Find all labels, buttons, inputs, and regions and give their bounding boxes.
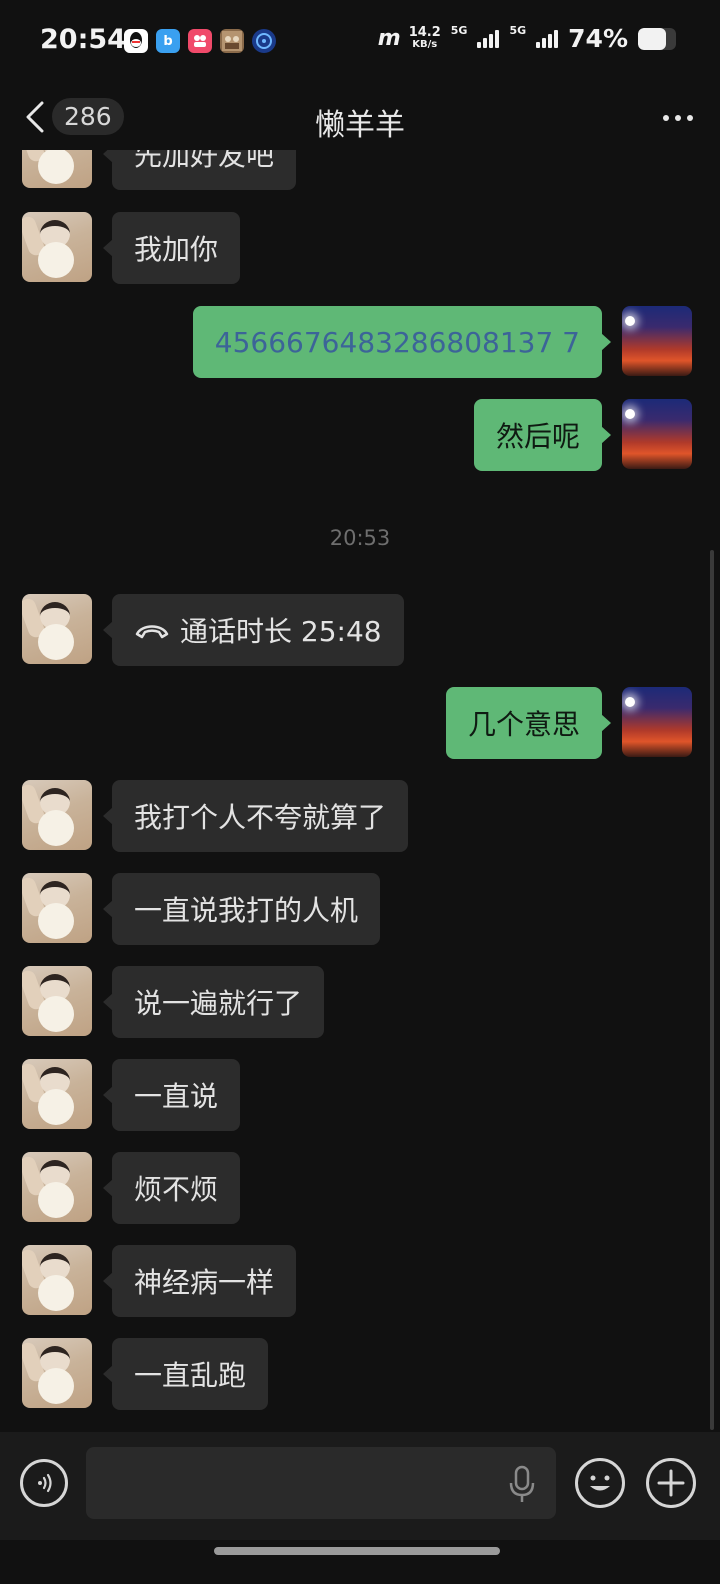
emoji-button[interactable]: [575, 1458, 625, 1508]
input-bar: [0, 1432, 720, 1540]
friend-avatar[interactable]: [22, 1338, 92, 1408]
message-bubble[interactable]: 先加好友吧: [102, 150, 297, 190]
friend-avatar[interactable]: [22, 594, 92, 664]
call-duration-text: 通话时长 25:48: [180, 615, 382, 648]
message-bubble[interactable]: 一直说: [102, 1059, 241, 1131]
message-row: 4566676483286808137 7: [0, 306, 720, 378]
friend-avatar[interactable]: [22, 780, 92, 850]
signal-icon-2: [536, 29, 559, 48]
message-row: 先加好友吧: [0, 150, 720, 190]
status-bar: 20:54 b m 14.2 KB/s 5G 5G 74%: [0, 0, 720, 80]
network-type-1: 5G: [450, 24, 468, 37]
chat-screen: 20:54 b m 14.2 KB/s 5G 5G 74% 286 懒羊羊 先加…: [0, 0, 720, 1584]
message-bubble[interactable]: 4566676483286808137 7: [192, 306, 612, 378]
message-bubble[interactable]: 然后呢: [473, 399, 612, 471]
message-bubble[interactable]: 一直说我打的人机: [102, 873, 381, 945]
voice-wave-icon: [38, 1473, 52, 1493]
signal-icon-1: [477, 29, 500, 48]
battery-fill: [638, 27, 667, 50]
plus-icon: [657, 1469, 685, 1497]
message-row: 一直说我打的人机: [0, 873, 720, 945]
friend-avatar[interactable]: [22, 1059, 92, 1129]
app-photo-icon: [220, 29, 244, 53]
friend-avatar[interactable]: [22, 1152, 92, 1222]
message-bubble[interactable]: 说一遍就行了: [102, 966, 325, 1038]
message-bubble[interactable]: 神经病一样: [102, 1245, 297, 1317]
chat-title: 懒羊羊: [315, 108, 405, 143]
message-bubble[interactable]: 烦不烦: [102, 1152, 241, 1224]
self-avatar[interactable]: [622, 306, 692, 376]
more-actions-button[interactable]: [646, 1458, 696, 1508]
message-row: 几个意思: [0, 687, 720, 759]
phone-hangup-icon: [134, 620, 170, 640]
self-avatar[interactable]: [622, 687, 692, 757]
self-avatar[interactable]: [622, 399, 692, 469]
app-blue-icon: b: [156, 29, 180, 53]
more-dot-icon: [675, 115, 681, 121]
message-row: 神经病一样: [0, 1245, 720, 1317]
network-speed-unit: KB/s: [412, 38, 438, 50]
more-dot-icon: [687, 115, 693, 121]
network-type-2: 5G: [509, 24, 527, 37]
network-speed-value: 14.2: [408, 24, 441, 40]
battery-percent: 74%: [568, 24, 628, 53]
message-row: 一直说: [0, 1059, 720, 1131]
status-time: 20:54: [40, 24, 126, 55]
scrollbar[interactable]: [710, 550, 714, 1430]
microphone-icon[interactable]: [508, 1465, 536, 1509]
message-bubble[interactable]: 我打个人不夸就算了: [102, 780, 409, 852]
message-row: 烦不烦: [0, 1152, 720, 1224]
message-row: 通话时长 25:48: [0, 594, 720, 666]
voice-mode-button[interactable]: [20, 1459, 68, 1507]
friend-avatar[interactable]: [22, 873, 92, 943]
friend-avatar[interactable]: [22, 150, 92, 188]
carrier-logo: m: [377, 26, 401, 51]
friend-avatar[interactable]: [22, 212, 92, 282]
more-dot-icon: [663, 115, 669, 121]
message-row: 我打个人不夸就算了: [0, 780, 720, 852]
smile-icon: [590, 1475, 610, 1491]
more-options-button[interactable]: [658, 100, 698, 136]
call-record-bubble[interactable]: 通话时长 25:48: [103, 594, 404, 666]
notification-icons: b: [124, 29, 276, 53]
message-timestamp: 20:53: [329, 526, 391, 550]
message-row: 说一遍就行了: [0, 966, 720, 1038]
home-indicator[interactable]: [214, 1547, 500, 1555]
message-bubble[interactable]: 几个意思: [445, 687, 612, 759]
message-row: 一直乱跑: [0, 1338, 720, 1410]
message-list[interactable]: 先加好友吧 我加你 4566676483286808137 7 然后呢 20:5…: [0, 150, 720, 1432]
chat-header: 286 懒羊羊: [0, 86, 720, 150]
friend-avatar[interactable]: [22, 1245, 92, 1315]
number-link[interactable]: 4566676483286808137 7: [215, 326, 580, 359]
message-bubble[interactable]: 一直乱跑: [102, 1338, 269, 1410]
friend-avatar[interactable]: [22, 966, 92, 1036]
network-speed: 14.2 KB/s: [408, 24, 441, 51]
message-row: 然后呢: [0, 399, 720, 471]
status-indicators: m 14.2 KB/s 5G 5G 74%: [378, 24, 676, 53]
app-circle-icon: [252, 29, 276, 53]
message-input[interactable]: [86, 1447, 556, 1519]
message-bubble[interactable]: 我加你: [102, 212, 241, 284]
qq-icon: [124, 29, 148, 53]
message-row: 我加你: [0, 212, 720, 284]
app-pink-icon: [188, 29, 212, 53]
battery-icon: [638, 27, 676, 50]
